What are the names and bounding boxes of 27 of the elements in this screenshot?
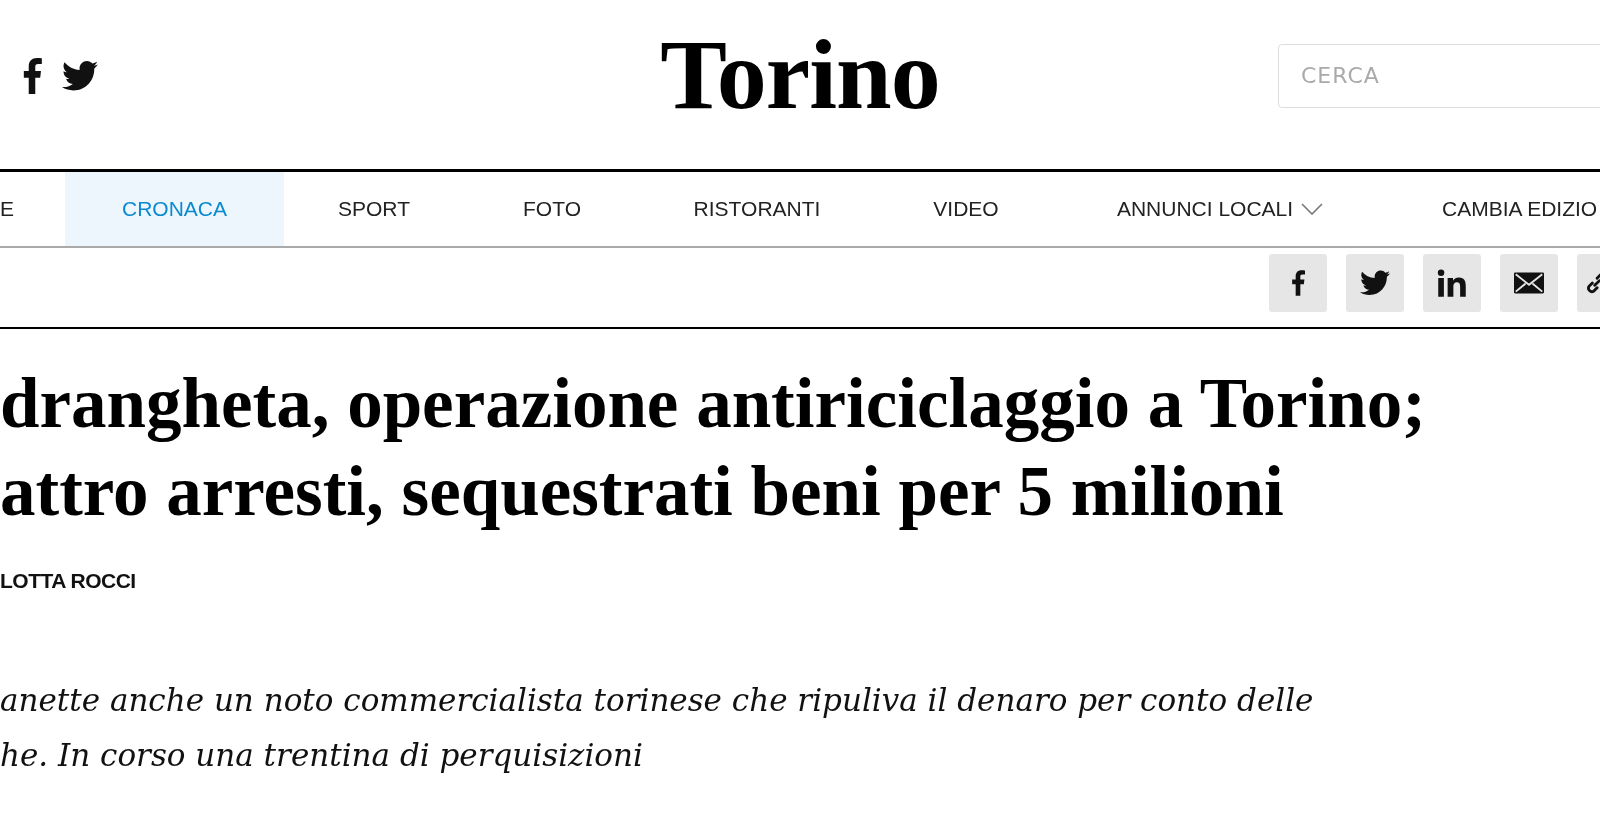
facebook-icon bbox=[22, 57, 42, 94]
nav-tab[interactable]: VIDEO bbox=[874, 172, 1058, 246]
article-headline: drangheta, operazione antiriciclaggio a Torino; bbox=[0, 363, 1426, 444]
nav-tab[interactable]: SPORT bbox=[284, 172, 464, 246]
twitter-link[interactable] bbox=[62, 60, 98, 91]
share-facebook-button[interactable] bbox=[1269, 254, 1327, 312]
twitter-bird-icon bbox=[1360, 270, 1390, 296]
search-field[interactable]: CERCA bbox=[1278, 43, 1600, 108]
article-headline: attro arresti, sequestrati beni per 5 milioni bbox=[0, 451, 1284, 532]
nav-tab[interactable]: E bbox=[0, 172, 65, 246]
article-summary: anette anche un noto commercialista torinese che ripuliva il denaro per conto delle bbox=[0, 681, 1314, 720]
author-byline: LOTTA ROCCI bbox=[0, 569, 136, 593]
share-twitter-button[interactable] bbox=[1346, 254, 1404, 312]
nav-tab[interactable]: ANNUNCI LOCALI bbox=[1058, 172, 1382, 246]
share-email-button[interactable] bbox=[1500, 254, 1558, 312]
linkedin-icon bbox=[1437, 269, 1467, 297]
envelope-icon bbox=[1514, 272, 1544, 294]
share-linkedin-button[interactable] bbox=[1423, 254, 1481, 312]
facebook-link[interactable] bbox=[22, 57, 42, 94]
nav-tab[interactable]: RISTORANTI bbox=[640, 172, 874, 246]
twitter-bird-icon bbox=[62, 60, 98, 91]
article-summary: he. In corso una trentina di perquisizioni bbox=[0, 736, 643, 775]
facebook-icon bbox=[1291, 269, 1305, 297]
nav-tab[interactable]: CAMBIA EDIZIO bbox=[1382, 172, 1600, 246]
site-logo[interactable]: Torino bbox=[660, 17, 940, 132]
nav-tab[interactable]: FOTO bbox=[464, 172, 640, 246]
share-link-button[interactable] bbox=[1577, 254, 1600, 312]
